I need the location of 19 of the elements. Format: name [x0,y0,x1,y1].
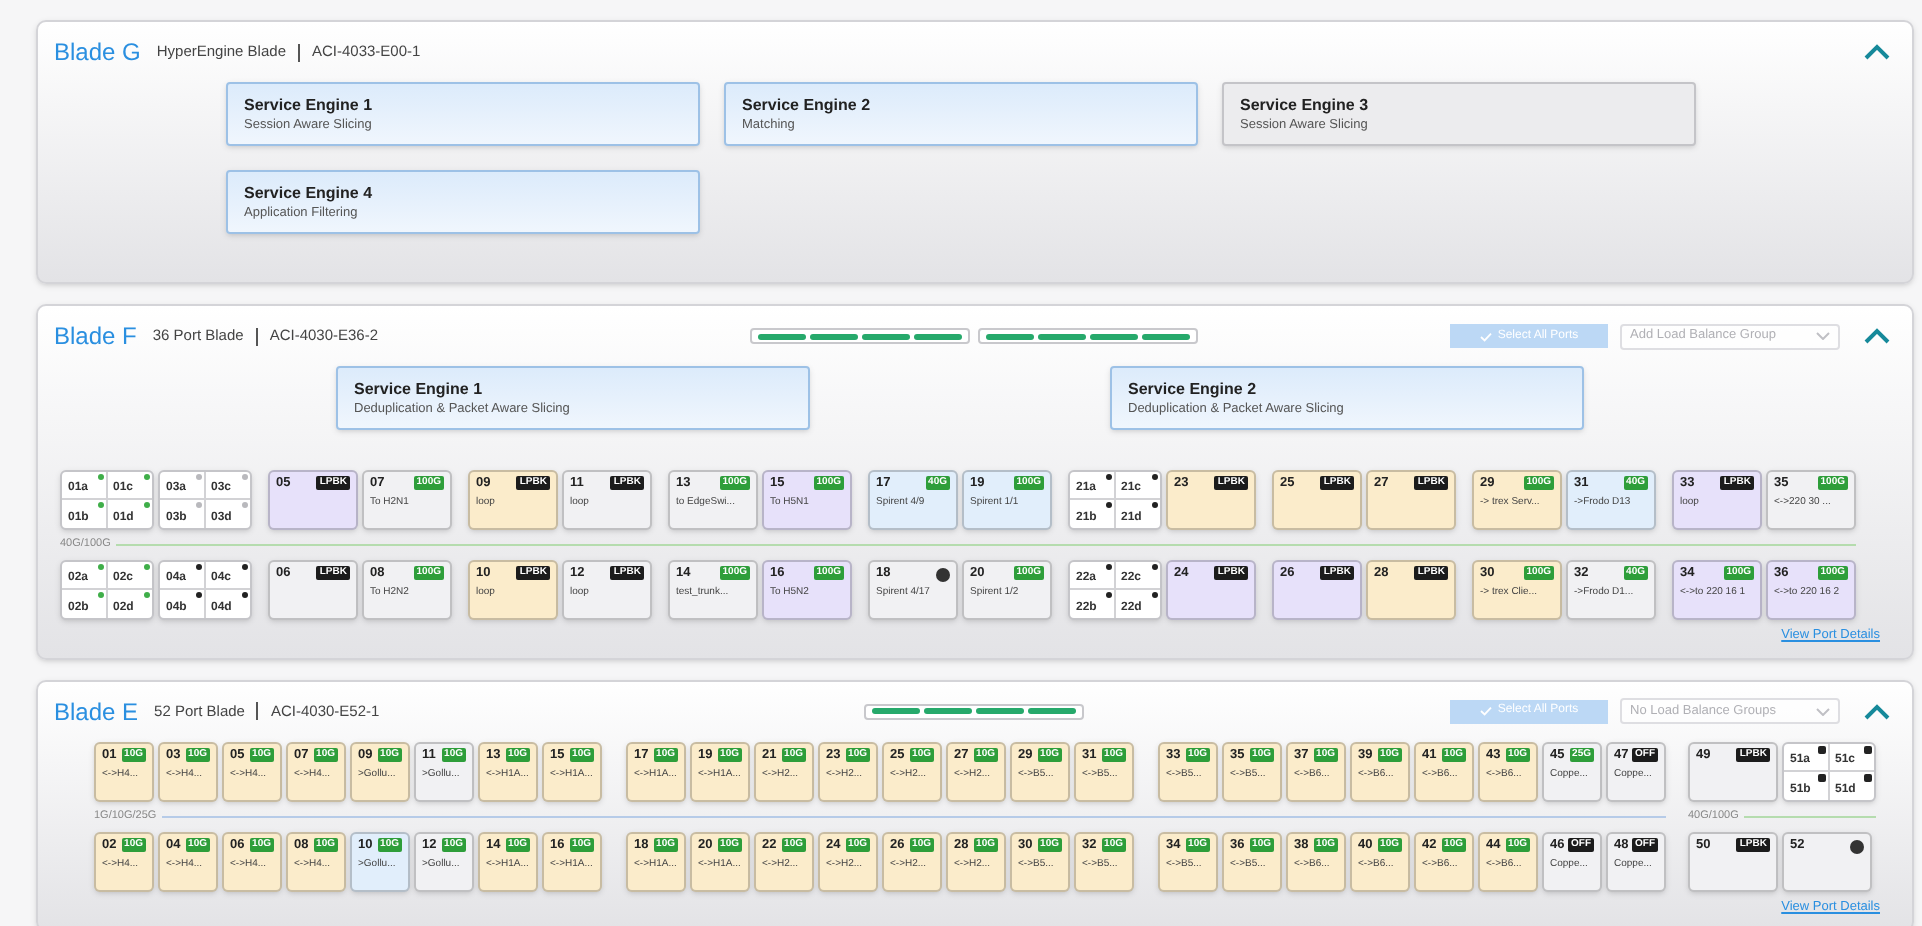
check-icon [1479,331,1492,341]
engine-title: Service Engine 1 [354,379,485,399]
collapse-button[interactable] [1860,324,1892,348]
check-icon [1479,706,1492,717]
engine-title: Service Engine 2 [742,95,873,115]
chevron-up-icon [1863,328,1889,344]
blade-title: Blade G [54,36,141,70]
chevron-up-icon [1863,44,1889,60]
blade-title: Blade F [54,320,137,354]
engine-title: Service Engine 1 [244,95,375,115]
caret-icon [1816,332,1830,340]
engine-title: Service Engine 3 [1240,95,1371,115]
blade-title: Blade E [54,695,139,730]
chevron-up-icon [1863,703,1889,720]
collapse-button[interactable] [1860,699,1892,724]
caret-icon [1816,707,1830,716]
collapse-button[interactable] [1860,40,1892,64]
engine-title: Service Engine 4 [244,183,375,203]
engine-title: Service Engine 2 [1128,379,1259,399]
